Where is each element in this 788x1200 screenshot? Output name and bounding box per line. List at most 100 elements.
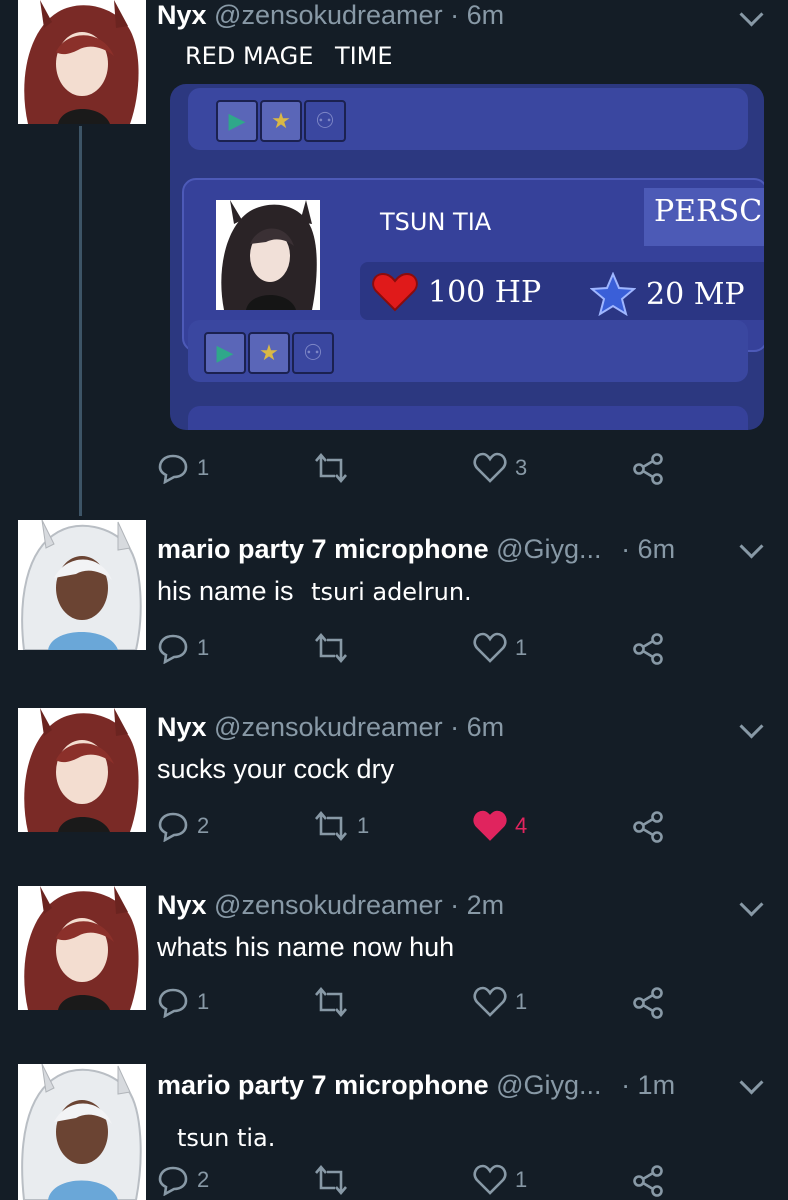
chevron-down-icon[interactable] [739, 714, 764, 739]
heart-icon [473, 452, 507, 483]
share-icon [633, 633, 663, 665]
like-button[interactable]: 4 [473, 810, 527, 842]
tweet-actions: 1 1 [157, 986, 677, 1022]
character-portrait-image [216, 200, 320, 310]
character-portrait [216, 200, 320, 310]
retweet-button[interactable] [313, 632, 357, 664]
tweet-2[interactable]: mario party 7 microphone @Giyg... · 6m h… [0, 520, 788, 690]
share-button[interactable] [631, 452, 665, 486]
reply-button[interactable]: 1 [157, 452, 209, 484]
reply-button[interactable]: 2 [157, 810, 209, 842]
reply-icon [158, 988, 188, 1018]
tweet-1[interactable]: Nyx @zensokudreamer · 6m RED MAGE TIME ▶… [0, 0, 788, 500]
chevron-down-icon[interactable] [739, 892, 764, 917]
chevron-down-icon[interactable] [739, 534, 764, 559]
share-button[interactable] [631, 986, 665, 1020]
share-icon [633, 1165, 663, 1197]
reply-count: 2 [197, 813, 210, 838]
author-name[interactable]: mario party 7 microphone [157, 534, 489, 564]
reply-count: 1 [197, 989, 210, 1014]
retweet-icon [315, 632, 347, 664]
tweet-header: Nyx @zensokudreamer · 6m [157, 712, 504, 743]
heart-icon [473, 632, 507, 663]
mp-value: 20 MP [646, 276, 745, 312]
tweet-4[interactable]: Nyx @zensokudreamer · 2m whats his name … [0, 886, 788, 1046]
toolbar-top: ▶ ★ ⚇ [188, 88, 748, 150]
like-button[interactable]: 1 [473, 1164, 527, 1196]
tweet-time[interactable]: · 6m [450, 0, 504, 30]
tweet-3[interactable]: Nyx @zensokudreamer · 6m sucks your cock… [0, 708, 788, 868]
author-handle[interactable]: @zensokudreamer [214, 712, 443, 742]
share-button[interactable] [631, 632, 665, 666]
tweet-5[interactable]: mario party 7 microphone @Giyg... · 1m t… [0, 1064, 788, 1200]
reply-count: 1 [197, 455, 210, 480]
reply-button[interactable]: 1 [157, 986, 209, 1018]
overlay-text: tsuri adelrun. [311, 578, 472, 606]
author-name[interactable]: Nyx [157, 712, 207, 742]
author-handle[interactable]: @Giyg... [496, 534, 601, 564]
avatar-mario-party-7-microphone[interactable] [18, 1064, 146, 1200]
author-handle[interactable]: @Giyg... [496, 1070, 601, 1100]
like-count: 3 [515, 455, 528, 480]
retweet-button[interactable] [313, 986, 357, 1018]
hp-value: 100 HP [428, 274, 542, 310]
tweet-header: Nyx @zensokudreamer · 2m [157, 890, 504, 921]
author-name[interactable]: mario party 7 microphone [157, 1070, 489, 1100]
chevron-down-icon[interactable] [739, 1070, 764, 1095]
like-count: 1 [515, 1167, 528, 1192]
share-button[interactable] [631, 810, 665, 844]
reply-button[interactable]: 1 [157, 632, 209, 664]
star-icon [590, 272, 636, 316]
hp-stat: 100 HP [372, 272, 541, 312]
share-icon [633, 453, 663, 485]
retweet-count: 1 [357, 813, 370, 838]
tweet-header: mario party 7 microphone @Giyg... · 1m [157, 1070, 675, 1101]
heart-icon [473, 1164, 507, 1195]
retweet-button[interactable]: 1 [313, 810, 369, 842]
overlay-text-2: TIME [334, 42, 393, 70]
avatar-nyx[interactable] [18, 0, 146, 124]
like-count: 4 [515, 813, 528, 838]
reply-button[interactable]: 2 [157, 1164, 209, 1196]
like-button[interactable]: 1 [473, 986, 527, 1018]
tweet-text: RED MAGE TIME [157, 40, 393, 71]
tweet-text: sucks your cock dry [157, 754, 394, 785]
tweet-text-body: whats his name now huh [157, 932, 455, 962]
avatar-nyx-image [18, 886, 146, 1010]
author-name[interactable]: Nyx [157, 0, 207, 30]
tweet-time[interactable]: · 6m [450, 712, 504, 742]
tweet-actions: 2 1 4 [157, 810, 677, 846]
star-icon: ★ [260, 100, 302, 142]
retweet-icon [315, 452, 347, 484]
author-handle[interactable]: @zensokudreamer [214, 890, 443, 920]
avatar-mario-party-image [18, 520, 146, 650]
retweet-button[interactable] [313, 1164, 357, 1196]
reply-icon [158, 634, 188, 664]
tweet-time[interactable]: · 1m [621, 1070, 675, 1100]
avatar-nyx[interactable] [18, 708, 146, 832]
avatar-nyx[interactable] [18, 886, 146, 1010]
next-card-edge [188, 406, 748, 430]
tweet-time[interactable]: · 6m [621, 534, 675, 564]
share-button[interactable] [631, 1164, 665, 1198]
reply-icon [158, 454, 188, 484]
retweet-button[interactable] [313, 452, 357, 484]
author-handle[interactable]: @zensokudreamer [214, 0, 443, 30]
toolbar-bottom: ▶ ★ ⚇ [188, 320, 748, 382]
tweet-time[interactable]: · 2m [450, 890, 504, 920]
tweet-text: whats his name now huh [157, 932, 454, 963]
author-name[interactable]: Nyx [157, 890, 207, 920]
avatar-mario-party-7-microphone[interactable] [18, 520, 146, 650]
like-button[interactable]: 1 [473, 632, 527, 664]
like-count: 1 [515, 989, 528, 1014]
like-button[interactable]: 3 [473, 452, 527, 484]
avatar-nyx-image [18, 0, 146, 124]
tweet-text: his name is tsuri adelrun. [157, 576, 472, 607]
tweet-actions: 1 3 [157, 452, 677, 488]
chevron-down-icon[interactable] [739, 2, 764, 27]
share-icon [633, 811, 663, 843]
embedded-game-screenshot[interactable]: ▶ ★ ⚇ TSUN TIA PERSC 100 HP 20 MP ▶ ★ ⚇ [170, 84, 764, 430]
persona-label: PERSC [644, 188, 764, 246]
character-name: TSUN TIA [380, 208, 492, 236]
overlay-text: tsun tia. [177, 1124, 276, 1152]
